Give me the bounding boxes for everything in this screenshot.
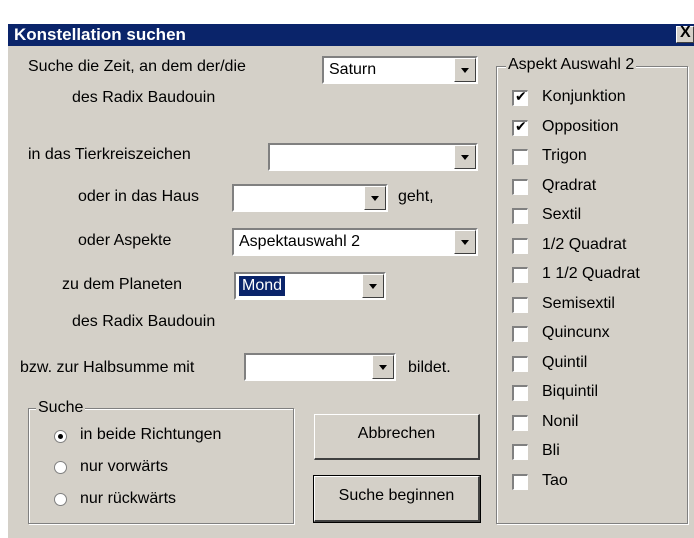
aspect-checkbox[interactable]	[512, 296, 528, 313]
chevron-down-icon[interactable]	[454, 58, 476, 82]
cancel-button-label: Abbrechen	[357, 425, 436, 442]
aspect-checkbox[interactable]	[512, 444, 528, 460]
aspect-checkbox-label: 1/2 Quadrat	[542, 235, 627, 253]
aspect-checkbox-label: Nonil	[542, 412, 579, 430]
aspect-checkbox[interactable]	[512, 385, 528, 401]
aspect-checkbox-label: Trigon	[542, 147, 587, 164]
halfsum-select[interactable]	[244, 353, 396, 381]
chevron-down-icon[interactable]	[364, 186, 386, 210]
aspect-checkbox[interactable]	[512, 208, 528, 224]
aspect-checkbox-label: Opposition	[542, 117, 619, 135]
aspect-checkbox[interactable]	[512, 237, 528, 254]
radix-label-1: des Radix Baudouin	[72, 89, 216, 106]
aspect-checkbox-label: Biquintil	[542, 383, 599, 400]
chevron-down-icon[interactable]	[362, 274, 384, 298]
planet-select[interactable]: Saturn	[322, 56, 478, 84]
target-planet-label: zu dem Planeten	[62, 276, 183, 293]
aspect-select-value: Aspektauswahl 2	[239, 233, 360, 250]
halfsum-label: bzw. zur Halbsumme mit	[20, 359, 195, 376]
target-planet-select-value: Mond	[237, 275, 287, 297]
aspect-checkbox[interactable]	[512, 267, 528, 283]
aspect-checkbox[interactable]	[512, 178, 528, 195]
aspect-checkbox[interactable]	[512, 473, 528, 490]
title-bar: Konstellation suchen X	[8, 24, 694, 46]
chevron-down-icon[interactable]	[454, 230, 476, 254]
target-planet-select[interactable]: Mond	[234, 272, 386, 300]
aspect-checkbox[interactable]	[512, 119, 528, 136]
aspect-group-title: Aspekt Auswahl 2	[506, 56, 637, 74]
search-time-label: Suche die Zeit, an dem der/die	[28, 58, 246, 75]
halfsum-suffix: bildet.	[408, 359, 451, 376]
radio-label-backward: nur rückwärts	[80, 490, 177, 507]
aspect-checkbox[interactable]	[512, 414, 528, 431]
aspect-checkbox-label: Bli	[542, 442, 560, 459]
aspect-checkbox[interactable]	[512, 326, 528, 342]
aspect-checkbox-label: Tao	[542, 471, 568, 489]
aspect-checkbox[interactable]	[512, 355, 528, 372]
window-title: Konstellation suchen	[14, 25, 186, 44]
aspect-checkbox-label: Quintil	[542, 353, 588, 371]
house-label: oder in das Haus	[78, 188, 199, 205]
close-icon: X	[680, 24, 691, 41]
aspect-checkbox-label: Sextil	[542, 206, 582, 223]
chevron-down-icon[interactable]	[454, 145, 476, 169]
search-group-title: Suche	[36, 399, 86, 417]
radio-label-both: in beide Richtungen	[80, 426, 222, 443]
radix-label-2: des Radix Baudouin	[72, 313, 216, 330]
start-search-button[interactable]: Suche beginnen	[313, 475, 481, 523]
radio-forward[interactable]	[54, 461, 67, 474]
cancel-button[interactable]: Abbrechen	[314, 414, 480, 460]
aspect-checkbox-label: Qradrat	[542, 176, 597, 194]
start-search-button-label: Suche beginnen	[338, 487, 455, 504]
radio-both-directions[interactable]	[54, 430, 67, 443]
aspect-checkbox[interactable]	[512, 89, 528, 106]
radio-label-forward: nur vorwärts	[80, 458, 169, 475]
aspect-checkbox-label: Semisextil	[542, 294, 615, 312]
house-suffix: geht,	[398, 188, 434, 205]
aspect-select[interactable]: Aspektauswahl 2	[232, 228, 478, 256]
planet-select-value: Saturn	[329, 61, 377, 78]
chevron-down-icon[interactable]	[372, 355, 394, 379]
aspect-checkbox-label: Konjunktion	[542, 88, 626, 105]
aspect-checkbox-label: Quincunx	[542, 324, 610, 341]
close-button[interactable]: X	[676, 24, 694, 43]
radio-backward[interactable]	[54, 493, 67, 506]
aspect-label: oder Aspekte	[78, 232, 172, 249]
aspect-checkbox[interactable]	[512, 149, 528, 165]
house-select[interactable]	[232, 184, 388, 212]
zodiac-select[interactable]	[268, 143, 478, 171]
aspect-checkbox-label: 1 1/2 Quadrat	[542, 265, 640, 282]
zodiac-label: in das Tierkreiszeichen	[28, 146, 191, 163]
